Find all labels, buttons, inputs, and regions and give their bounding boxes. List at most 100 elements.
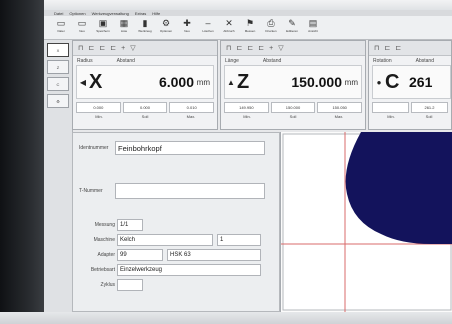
toolbar-button-label: Neu	[79, 28, 85, 33]
sidebar-item-label: Z	[56, 64, 60, 70]
axis-label: Rotation	[373, 57, 392, 64]
tol-min-field[interactable]	[372, 102, 409, 113]
toolbar-button-label: Optionen	[159, 28, 173, 33]
adapter-type-field[interactable]: HSK 63	[167, 249, 261, 261]
plus-icon[interactable]: +	[121, 45, 125, 52]
tol-min-field[interactable]: 0.000	[76, 102, 121, 113]
menu-item-datei[interactable]: Datei	[54, 11, 63, 16]
axis-tool-icon[interactable]: ⊓	[226, 44, 231, 52]
application-window: Datei Optionen Werkzeugverwaltung Extras…	[44, 10, 452, 312]
save-icon: ▣	[98, 17, 108, 28]
sidebar-item-label: ⚙	[56, 98, 60, 104]
sidebar-item-c[interactable]: C	[47, 77, 69, 91]
axis-unit: mm	[196, 77, 210, 87]
cycle-field[interactable]	[117, 279, 143, 291]
sidebar: X Z C ⚙	[44, 40, 73, 312]
sidebar-item-z[interactable]: Z	[47, 60, 69, 74]
ident-label: Identnummer	[79, 145, 109, 151]
toolbar: ▭ Datei ▭ Neu ▣ Speichern ▦ Liste ▮ Werkzeug ⚙ Opti…	[44, 16, 452, 40]
menu-item-extras[interactable]: Extras	[135, 11, 146, 16]
tnum-label: T-Nummer	[79, 188, 103, 194]
tol-max-field[interactable]: 150.050	[317, 102, 363, 113]
axis-toolbar: ⊓ ⊏ ⊏ ⊏ + ▽	[73, 41, 217, 56]
tool-preview	[280, 132, 452, 312]
machine-extra-field[interactable]: 1	[217, 234, 261, 246]
toolbar-button-label: Ansicht	[308, 28, 318, 33]
toolbar-button[interactable]: – Löschen	[199, 18, 217, 38]
axis-toolbar: ⊓ ⊏ ⊏	[369, 41, 451, 56]
filter-icon[interactable]: ▽	[278, 44, 283, 52]
axis-label: Länge	[225, 57, 239, 64]
axis-tool-icon[interactable]: ⊓	[374, 44, 379, 52]
arrow-left-icon: ◀	[79, 77, 87, 87]
toolbar-button[interactable]: ▭ Neu	[73, 18, 91, 38]
filter-icon[interactable]: ▽	[130, 44, 135, 52]
align-left-icon[interactable]: ⊏	[236, 44, 242, 52]
menu-item-hilfe[interactable]: Hilfe	[152, 11, 160, 16]
axis-unit: mm	[344, 77, 358, 87]
toolbar-button[interactable]: ⎙ Drucken	[262, 18, 280, 38]
toolbar-button[interactable]: ✕ Abbruch	[220, 18, 238, 38]
toolbar-button[interactable]: ▮ Werkzeug	[136, 18, 154, 38]
doc-icon: ▭	[77, 17, 87, 28]
toolbar-button-label: Abbruch	[223, 28, 235, 33]
cube-icon: ▤	[308, 17, 318, 28]
align-left-icon[interactable]: ⊏	[384, 44, 390, 52]
toolbar-button[interactable]: ▦ Liste	[115, 18, 133, 38]
toolbar-button-label: Drucken	[265, 28, 277, 33]
tool-icon: ▮	[142, 17, 148, 28]
axis-name: X	[89, 70, 103, 93]
tol-min-field[interactable]: 149.950	[224, 102, 269, 113]
align-center-icon[interactable]: ⊏	[395, 44, 401, 52]
toolbar-button[interactable]: ✎ Editieren	[283, 18, 301, 38]
x-icon: ✕	[225, 17, 233, 28]
sidebar-item-settings[interactable]: ⚙	[47, 94, 69, 108]
tol-nominal-field[interactable]: 0.000	[122, 102, 168, 113]
sidebar-item-x[interactable]: X	[47, 43, 69, 57]
toolbar-button[interactable]: ▣ Speichern	[94, 18, 112, 38]
monitor-bezel-bottom	[0, 312, 452, 324]
axis-value-display: ◀ X 6.000 mm	[76, 65, 214, 99]
align-center-icon[interactable]: ⊏	[99, 44, 105, 52]
axis-value-display: ● C 261	[372, 65, 451, 99]
toolbar-button[interactable]: ✚ Neu	[178, 18, 196, 38]
menu-item-optionen[interactable]: Optionen	[69, 11, 85, 16]
axis-tool-icon[interactable]: ⊓	[78, 44, 83, 52]
rotation-icon: ●	[376, 77, 382, 87]
axis-label: Abstand	[116, 57, 135, 64]
gear-icon: ⚙	[161, 17, 171, 28]
menu-item-werkzeugverwaltung[interactable]: Werkzeugverwaltung	[92, 11, 129, 16]
pencil-icon: ✎	[288, 17, 296, 28]
toolbar-button-label: Messen	[244, 28, 256, 33]
tol-caption: Min.	[95, 114, 103, 119]
machine-field[interactable]: Kelch	[117, 234, 213, 246]
align-center-icon[interactable]: ⊏	[247, 44, 253, 52]
adapter-field[interactable]: 99	[117, 249, 163, 261]
operating-mode-field[interactable]: Einzelwerkzeug	[117, 264, 261, 276]
tol-nominal-field[interactable]: 150.000	[270, 102, 316, 113]
toolbar-button-label: Werkzeug	[138, 28, 152, 33]
messung-label: Messung	[94, 222, 115, 228]
axis-toolbar: ⊓ ⊏ ⊏ ⊏ + ▽	[221, 41, 365, 56]
axis-label: Radius	[77, 57, 93, 64]
align-right-icon[interactable]: ⊏	[110, 44, 116, 52]
plus-icon[interactable]: +	[269, 45, 273, 52]
toolbar-button[interactable]: ⚑ Messen	[241, 18, 259, 38]
toolbar-button[interactable]: ▤ Ansicht	[304, 18, 322, 38]
tol-caption: Soll	[289, 114, 297, 119]
t-number-field[interactable]	[115, 183, 265, 199]
flag-icon: ⚑	[245, 17, 255, 28]
doc-icon: ▭	[56, 17, 66, 28]
tool-preview-canvas	[281, 132, 452, 312]
axis-value: 261	[409, 74, 433, 90]
align-left-icon[interactable]: ⊏	[88, 44, 94, 52]
align-right-icon[interactable]: ⊏	[258, 44, 264, 52]
measurement-field[interactable]: 1/1	[117, 219, 143, 231]
axis-value: 150.000	[291, 74, 342, 90]
tol-nominal-field[interactable]: 261.2	[411, 102, 448, 113]
tol-max-field[interactable]: 0.010	[169, 102, 215, 113]
ident-number-field[interactable]: Feinbohrkopf	[115, 141, 265, 155]
toolbar-button[interactable]: ⚙ Optionen	[157, 18, 175, 38]
toolbar-button[interactable]: ▭ Datei	[52, 18, 70, 38]
minus-icon: –	[205, 17, 211, 28]
